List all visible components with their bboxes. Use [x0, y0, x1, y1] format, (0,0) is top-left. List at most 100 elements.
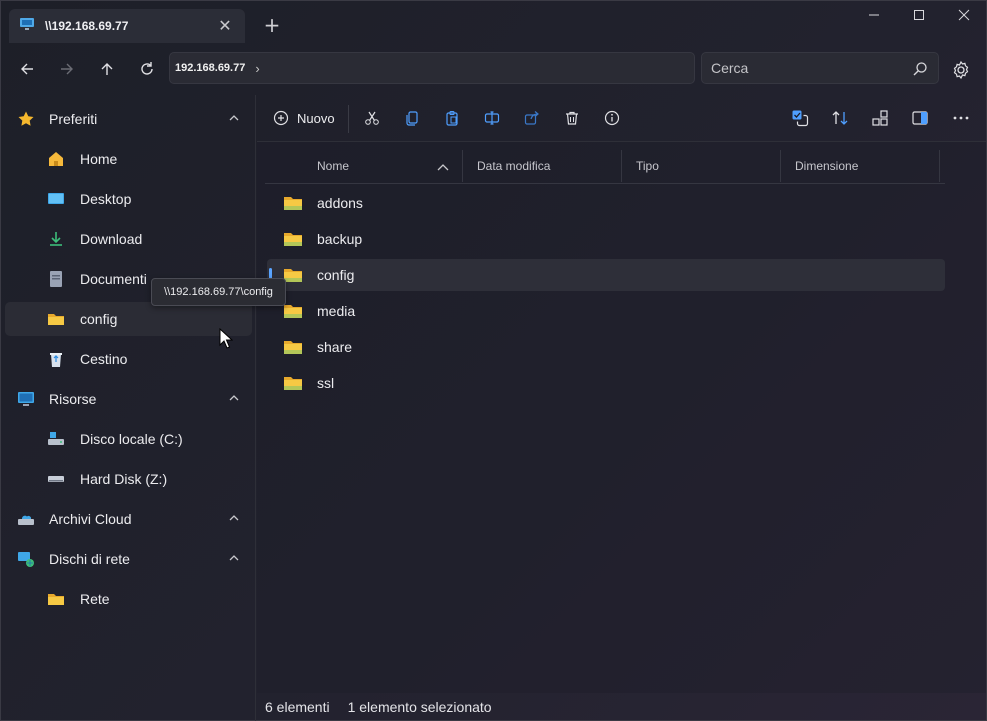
sidebar: Preferiti Home Desktop Download Document… — [1, 95, 256, 721]
minimize-button[interactable] — [851, 5, 897, 29]
copy-icon — [406, 111, 418, 126]
file-name: backup — [317, 231, 363, 247]
new-button[interactable]: Nuovo — [273, 107, 335, 129]
sidebar-section-favorites[interactable]: Preferiti — [5, 102, 252, 136]
sidebar-item-label: Cestino — [80, 351, 128, 367]
computer-icon — [17, 390, 35, 408]
tab-current[interactable]: \\192.168.69.77 ✕ — [9, 9, 245, 43]
folder-icon — [283, 337, 303, 357]
copy-button[interactable] — [401, 107, 423, 129]
grid-layout-icon — [872, 110, 888, 126]
path-tooltip: \\192.168.69.77\config — [151, 278, 286, 306]
sidebar-item-label: config — [80, 311, 118, 327]
delete-button[interactable] — [561, 107, 583, 129]
download-icon — [47, 230, 65, 248]
settings-button[interactable] — [949, 58, 973, 82]
sidebar-section-label: Archivi Cloud — [49, 511, 132, 527]
close-tab-icon[interactable]: ✕ — [215, 16, 235, 36]
chevron-up-icon[interactable] — [228, 552, 240, 564]
column-divider[interactable] — [462, 150, 463, 182]
file-row[interactable]: media — [267, 295, 945, 327]
trash-icon — [566, 111, 578, 125]
forward-button[interactable] — [54, 57, 80, 81]
sidebar-section-cloud[interactable]: Archivi Cloud — [5, 502, 252, 536]
folder-icon — [283, 193, 303, 213]
column-divider[interactable] — [939, 150, 940, 182]
search-input[interactable] — [711, 60, 901, 76]
sidebar-section-label: Dischi di rete — [49, 551, 130, 567]
close-window-button[interactable] — [941, 5, 987, 29]
sidebar-item-label: Hard Disk (Z:) — [80, 471, 168, 487]
mouse-cursor-icon — [219, 327, 234, 350]
cut-button[interactable] — [361, 107, 383, 129]
share-button[interactable] — [521, 107, 543, 129]
sidebar-item-recycle-bin[interactable]: Cestino — [5, 342, 252, 376]
plus-circle-icon — [273, 110, 289, 126]
new-tab-button[interactable]: + — [261, 14, 283, 36]
more-horizontal-icon — [953, 116, 969, 120]
paste-button[interactable] — [441, 107, 463, 129]
gear-icon — [953, 60, 969, 80]
chevron-up-icon[interactable] — [228, 112, 240, 124]
sidebar-section-resources[interactable]: Risorse — [5, 382, 252, 416]
sidebar-item-desktop[interactable]: Desktop — [5, 182, 252, 216]
sidebar-item-download[interactable]: Download — [5, 222, 252, 256]
toolbar-divider — [348, 105, 349, 133]
column-divider[interactable] — [780, 150, 781, 182]
refresh-button[interactable] — [134, 57, 160, 81]
preview-pane-icon — [912, 111, 928, 125]
sidebar-item-label: Disco locale (C:) — [80, 431, 183, 447]
sidebar-item-hard-disk[interactable]: Hard Disk (Z:) — [5, 462, 252, 496]
file-row-selected[interactable]: config — [267, 259, 945, 291]
search-box[interactable] — [701, 52, 939, 84]
local-disk-icon — [47, 430, 65, 448]
folder-icon — [47, 310, 65, 328]
properties-button[interactable] — [601, 107, 623, 129]
rename-button[interactable] — [481, 107, 503, 129]
column-header-name[interactable]: Nome — [317, 150, 349, 182]
chevron-up-icon[interactable] — [228, 512, 240, 524]
sidebar-section-network-drives[interactable]: Dischi di rete — [5, 542, 252, 576]
sidebar-item-local-disk[interactable]: Disco locale (C:) — [5, 422, 252, 456]
sidebar-item-config[interactable]: config — [5, 302, 252, 336]
chevron-right-icon[interactable]: › — [255, 61, 259, 76]
folder-icon — [283, 373, 303, 393]
home-icon — [47, 150, 65, 168]
star-icon — [17, 110, 35, 128]
folder-icon — [283, 229, 303, 249]
column-divider[interactable] — [621, 150, 622, 182]
search-icon[interactable] — [912, 61, 928, 81]
layout-button[interactable] — [869, 107, 891, 129]
address-bar[interactable]: 192.168.69.77 › — [169, 52, 695, 84]
address-segment[interactable]: 192.168.69.77 — [175, 62, 245, 74]
tab-title: \\192.168.69.77 — [45, 19, 129, 33]
file-list: Nome Data modifica Tipo Dimensione addon… — [257, 141, 986, 693]
column-header-date-modified[interactable]: Data modifica — [477, 150, 550, 182]
back-button[interactable] — [14, 57, 40, 81]
chevron-up-icon[interactable] — [228, 392, 240, 404]
item-count: 6 elementi — [265, 699, 330, 715]
maximize-button[interactable] — [896, 5, 942, 29]
rename-icon — [484, 111, 500, 125]
monitor-icon — [19, 17, 35, 35]
sidebar-section-label: Preferiti — [49, 111, 98, 127]
sidebar-item-home[interactable]: Home — [5, 142, 252, 176]
file-row[interactable]: backup — [267, 223, 945, 255]
column-header-size[interactable]: Dimensione — [795, 150, 858, 182]
file-row[interactable]: share — [267, 331, 945, 363]
file-name: media — [317, 303, 356, 319]
file-row[interactable]: addons — [267, 187, 945, 219]
file-row[interactable]: ssl — [267, 367, 945, 399]
preview-pane-button[interactable] — [909, 107, 931, 129]
documents-icon — [47, 270, 65, 288]
column-header-type[interactable]: Tipo — [636, 150, 659, 182]
sort-ascending-icon[interactable] — [437, 162, 449, 177]
title-bar: \\192.168.69.77 ✕ + — [1, 1, 986, 49]
desktop-icon — [47, 190, 65, 208]
sidebar-item-network[interactable]: Rete — [5, 582, 252, 616]
sort-button[interactable] — [829, 107, 851, 129]
select-mode-button[interactable] — [789, 107, 811, 129]
up-button[interactable] — [94, 57, 120, 81]
more-options-button[interactable] — [950, 107, 972, 129]
file-name: config — [317, 267, 355, 283]
